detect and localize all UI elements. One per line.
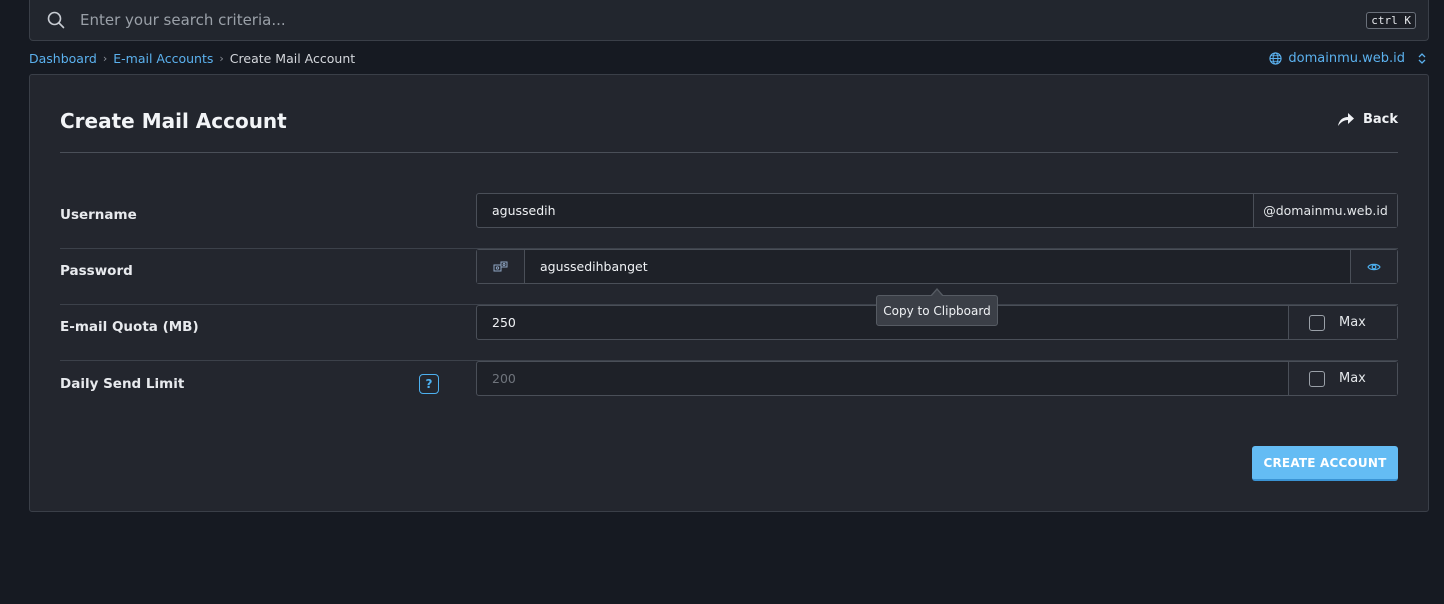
globe-icon [1269, 52, 1283, 65]
quota-max-toggle[interactable]: Max [1288, 306, 1397, 339]
share-arrow-icon [1337, 113, 1354, 126]
quota-row: E-mail Quota (MB) Max [60, 305, 1398, 361]
password-field-group [476, 249, 1398, 284]
username-domain-suffix: @domainmu.web.id [1253, 194, 1397, 227]
search-input[interactable] [80, 6, 1280, 34]
chevron-right-icon: › [102, 52, 108, 65]
back-button-label: Back [1362, 112, 1398, 127]
username-row: Username @domainmu.web.id [60, 193, 1398, 249]
send-limit-max-label: Max [1339, 371, 1366, 386]
copy-to-clipboard-tooltip: Copy to Clipboard [876, 288, 998, 326]
search-shortcut-badge: ctrl K [1366, 12, 1416, 29]
send-limit-max-toggle[interactable]: Max [1288, 362, 1397, 395]
breadcrumb-current: Create Mail Account [229, 51, 356, 66]
question-icon[interactable]: ? [419, 374, 439, 394]
username-label: Username [60, 207, 137, 223]
send-limit-row: Daily Send Limit ? Max [60, 361, 1398, 417]
password-input[interactable] [525, 250, 1350, 283]
chevron-updown-icon [1418, 53, 1426, 64]
back-button[interactable]: Back [1337, 112, 1398, 127]
quota-max-label: Max [1339, 315, 1366, 330]
chevron-right-icon: › [219, 52, 224, 65]
send-limit-field-group: Max [476, 361, 1398, 396]
send-limit-input[interactable] [477, 362, 1288, 395]
send-limit-max-checkbox[interactable] [1309, 370, 1325, 387]
username-input[interactable] [477, 194, 1253, 227]
password-label: Password [60, 263, 133, 279]
generate-password-button[interactable] [477, 250, 525, 283]
password-row: Password [60, 249, 1398, 305]
quota-label: E-mail Quota (MB) [60, 319, 199, 335]
breadcrumb: Dashboard › E-mail Accounts › Create Mai… [29, 51, 355, 66]
title-divider [60, 152, 1398, 153]
domain-switcher-label: domainmu.web.id [1288, 51, 1405, 66]
username-field-group: @domainmu.web.id [476, 193, 1398, 228]
toggle-password-visibility-button[interactable] [1350, 250, 1397, 283]
create-mail-account-card: Create Mail Account Back Username @domai… [29, 74, 1429, 512]
quota-max-checkbox[interactable] [1309, 314, 1325, 331]
page-title: Create Mail Account [60, 109, 287, 133]
domain-switcher[interactable]: domainmu.web.id [1269, 51, 1427, 66]
global-search-bar: ctrl K [29, 0, 1429, 41]
eye-icon [1367, 263, 1381, 270]
send-limit-label: Daily Send Limit [60, 376, 185, 392]
breadcrumb-dashboard-link[interactable]: Dashboard [29, 51, 97, 66]
search-icon [47, 11, 65, 29]
breadcrumb-email-accounts-link[interactable]: E-mail Accounts [113, 51, 213, 66]
key-generate-icon [493, 261, 507, 271]
create-account-button[interactable]: CREATE ACCOUNT [1252, 446, 1398, 481]
